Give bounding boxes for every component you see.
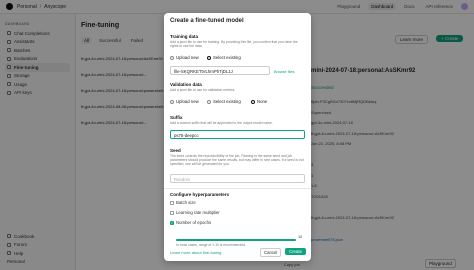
checkbox-label: Number of epochs [176, 220, 212, 225]
suffix-input[interactable]: ps75-deepcc [170, 130, 305, 139]
checkbox-icon [170, 210, 174, 215]
suffix-help: Add a custom suffix that will be appende… [170, 121, 273, 125]
epochs-slider[interactable] [176, 239, 296, 241]
cancel-button[interactable]: Cancel [260, 248, 282, 257]
radio-label: Select existing [213, 99, 241, 104]
create-fine-tune-modal: Create a fine-tuned model Training data … [164, 13, 311, 261]
seed-input[interactable]: Random [170, 174, 305, 183]
checkbox-label: Batch size [176, 200, 196, 205]
radio-icon [251, 99, 255, 104]
training-upload-new-radio[interactable]: Upload new [170, 55, 199, 60]
checkbox-icon [170, 200, 174, 205]
hyperparameters-label: Configure hyperparameters [170, 192, 230, 197]
check-icon: ✓ [170, 220, 174, 225]
create-submit-button[interactable]: Create [285, 248, 306, 255]
validation-data-label: Validation data [170, 82, 202, 87]
radio-icon [170, 55, 174, 60]
validation-none-radio[interactable]: None [251, 99, 267, 104]
validation-data-help: Add a jsonl file to use for validation m… [170, 88, 236, 92]
training-file-field[interactable]: file-SKQRKETtVLhmPhTjDL1J [170, 66, 270, 75]
radio-label: Upload new [176, 55, 199, 60]
modal-title: Create a fine-tuned model [170, 18, 244, 24]
batch-size-checkbox[interactable]: Batch size [170, 200, 196, 205]
validation-select-existing-radio[interactable]: Select existing [207, 99, 241, 104]
seed-label: Seed [170, 148, 181, 153]
training-select-existing-radio[interactable]: Select existing [207, 55, 241, 60]
browse-files-link[interactable]: Browse files [274, 70, 294, 74]
epochs-checkbox[interactable]: ✓ Number of epochs [170, 220, 211, 225]
radio-icon [207, 99, 211, 104]
learn-more-fine-tuning-link[interactable]: Learn more about fine-tuning [170, 250, 221, 255]
radio-label: Upload new [176, 99, 199, 104]
training-data-label: Training data [170, 34, 199, 39]
radio-icon [207, 55, 211, 60]
checkbox-label: Learning rate multiplier [176, 210, 220, 215]
training-data-help: Add a jsonl file to use for training. By… [170, 40, 298, 48]
radio-label: None [257, 99, 268, 104]
seed-help: The seed controls the reproducibility of… [170, 154, 304, 166]
validation-upload-new-radio[interactable]: Upload new [170, 99, 199, 104]
epochs-note: In most cases, range of 1-10 is recommen… [176, 243, 246, 247]
epochs-value: 10 [298, 235, 303, 239]
divider [164, 188, 311, 189]
radio-icon [170, 99, 174, 104]
suffix-label: Suffix [170, 115, 183, 120]
slider-fill [176, 239, 296, 241]
learning-rate-checkbox[interactable]: Learning rate multiplier [170, 210, 220, 215]
radio-label: Select existing [213, 55, 241, 60]
